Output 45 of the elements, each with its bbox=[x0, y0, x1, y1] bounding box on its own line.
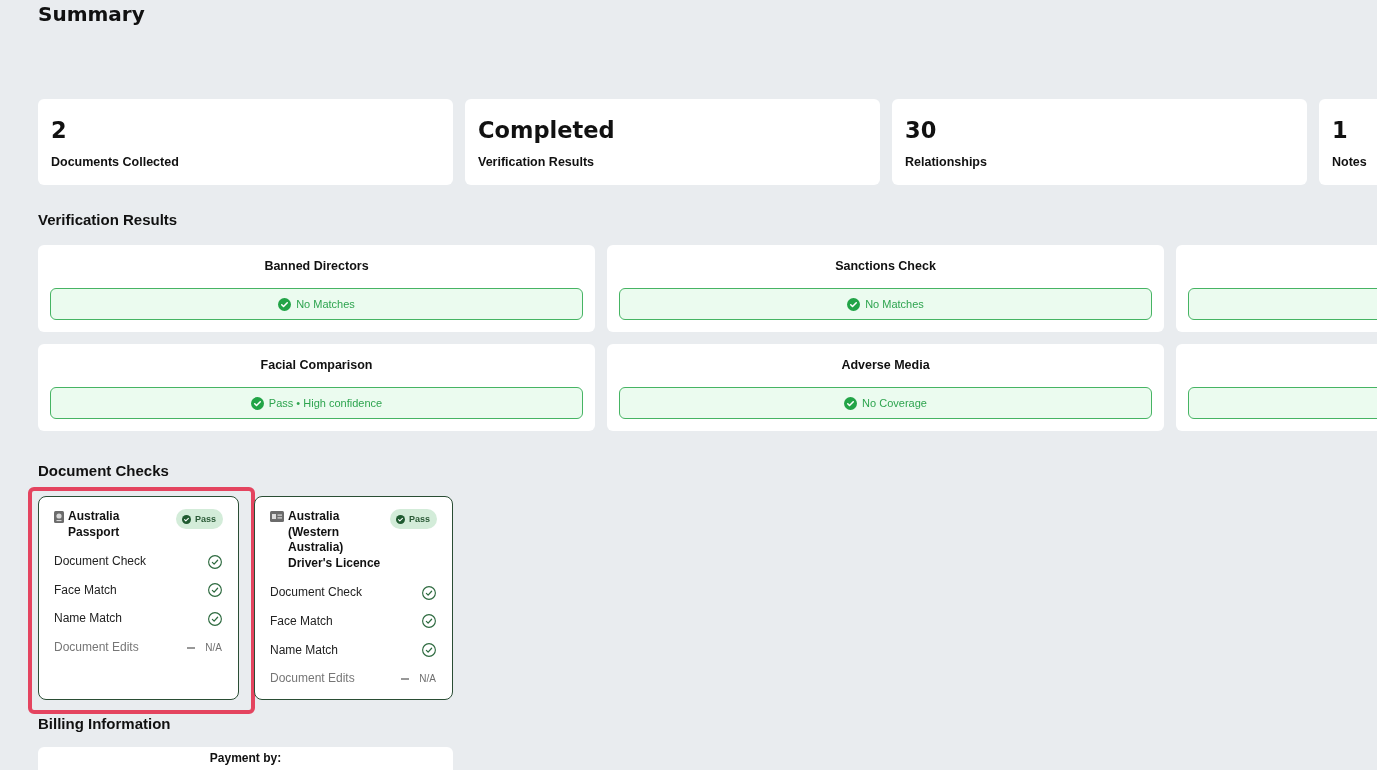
section-heading: Verification Results bbox=[38, 210, 179, 230]
stat-value: 30 bbox=[905, 116, 938, 145]
check-circle-icon bbox=[844, 396, 858, 410]
check-circle-icon bbox=[395, 514, 405, 524]
status-text: No Matches bbox=[865, 297, 924, 311]
status-text: Pass • High confidence bbox=[268, 396, 383, 410]
id-card-icon bbox=[270, 511, 284, 522]
status-text: No Matches bbox=[296, 297, 355, 311]
check-title: Adverse Media bbox=[840, 357, 931, 374]
card-title: Payment by: bbox=[208, 751, 283, 766]
dash-icon bbox=[401, 677, 410, 680]
check-title: Banned Directors bbox=[263, 258, 370, 275]
check-label: Face Match bbox=[54, 582, 117, 598]
check-label: Document Check bbox=[270, 585, 363, 601]
stat-label: Verification Results bbox=[478, 154, 595, 170]
badge-label: Pass bbox=[408, 514, 430, 524]
stat-label: Documents Collected bbox=[51, 154, 180, 170]
check-label: Document Check bbox=[54, 554, 147, 570]
check-circle-icon bbox=[250, 396, 264, 410]
badge-label: Pass bbox=[194, 514, 216, 524]
stat-value: Completed bbox=[478, 116, 616, 145]
check-label: Name Match bbox=[270, 642, 339, 658]
document-title: Australia (Western Australia) Driver's Licence bbox=[288, 509, 382, 572]
dash-icon bbox=[187, 646, 196, 649]
stat-value: 2 bbox=[51, 116, 68, 145]
check-value: N/A bbox=[419, 672, 436, 685]
status-text: No Coverage bbox=[862, 396, 927, 410]
section-heading: Document Checks bbox=[38, 461, 170, 481]
check-title: Facial Comparison bbox=[259, 357, 374, 374]
stat-label: Notes bbox=[1332, 154, 1368, 170]
page-title: Summary bbox=[38, 3, 146, 25]
check-circle-icon bbox=[181, 514, 191, 524]
stat-value: 1 bbox=[1332, 116, 1349, 145]
check-value: N/A bbox=[205, 641, 222, 654]
passport-icon bbox=[54, 511, 64, 523]
check-label: Document Edits bbox=[270, 671, 355, 687]
section-heading: Billing Information bbox=[38, 714, 172, 735]
check-label: Name Match bbox=[54, 611, 123, 627]
check-circle-icon bbox=[278, 297, 292, 311]
check-label: Face Match bbox=[270, 613, 333, 629]
check-label: Document Edits bbox=[54, 640, 139, 656]
document-title: Australia Passport bbox=[68, 509, 121, 541]
check-circle-icon bbox=[847, 297, 861, 311]
check-title: Sanctions Check bbox=[834, 258, 937, 275]
stat-label: Relationships bbox=[905, 154, 988, 170]
